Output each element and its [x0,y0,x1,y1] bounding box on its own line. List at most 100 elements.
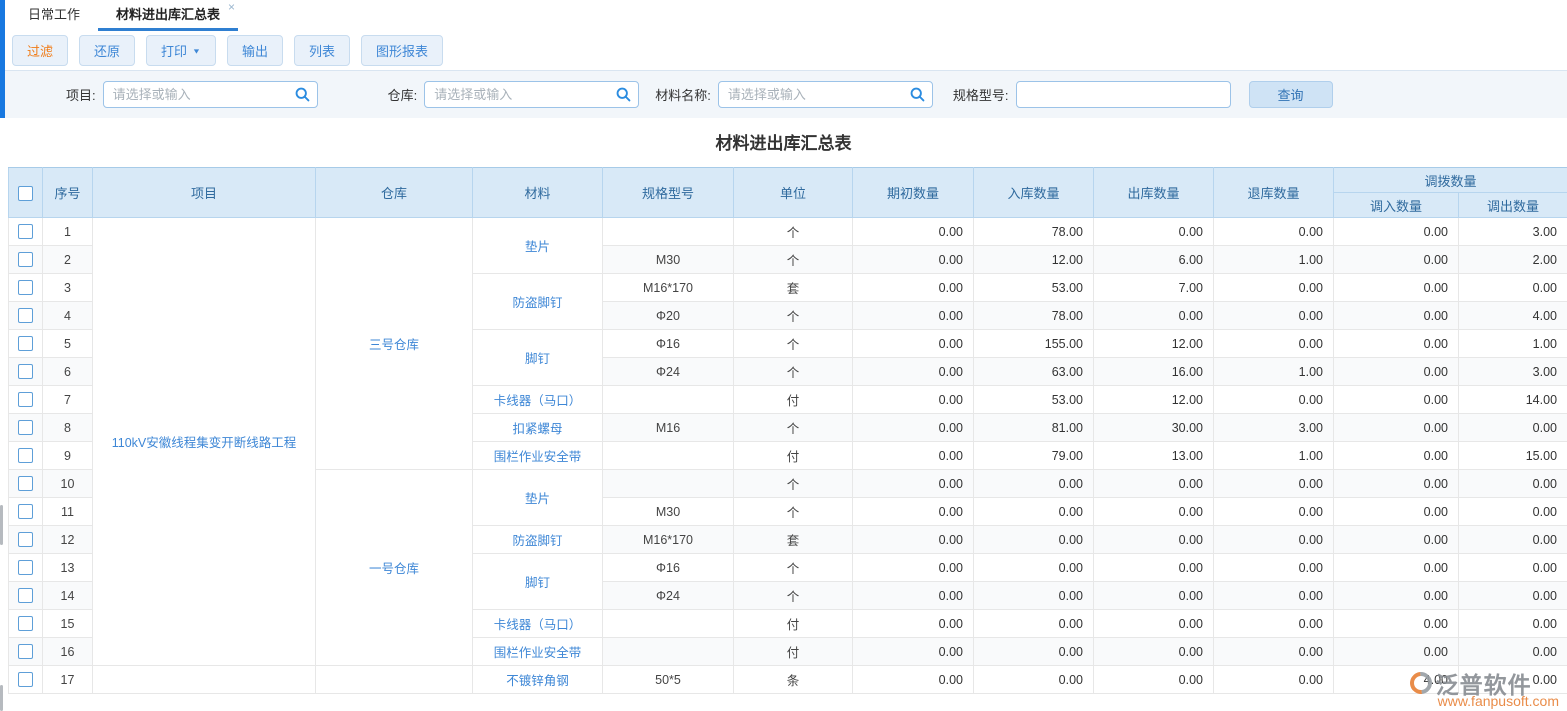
project-filter-label: 项目: [66,85,96,104]
outbound-cell: 0.00 [1094,470,1214,498]
row-checkbox[interactable] [18,420,33,435]
project-filter-input[interactable] [103,81,318,108]
search-icon[interactable] [294,86,311,103]
row-checkbox[interactable] [18,476,33,491]
seq-cell: 8 [43,414,93,442]
warehouse-filter-input[interactable] [424,81,639,108]
transfer-in-cell: 0.00 [1334,218,1459,246]
tab-daily-work[interactable]: 日常工作 [10,0,98,31]
inbound-cell: 12.00 [974,246,1094,274]
returned-cell: 0.00 [1214,610,1334,638]
toolbar: 过滤 还原 打印 ▼ 输出 列表 图形报表 [0,31,1567,71]
query-button[interactable]: 查询 [1249,81,1333,108]
export-button[interactable]: 输出 [227,35,283,66]
filter-button[interactable]: 过滤 [12,35,68,66]
chart-report-button[interactable]: 图形报表 [361,35,443,66]
inbound-cell: 0.00 [974,638,1094,666]
restore-button-label: 还原 [94,41,120,60]
seq-cell: 3 [43,274,93,302]
header-seq: 序号 [43,168,93,218]
outbound-cell: 0.00 [1094,218,1214,246]
row-checkbox[interactable] [18,280,33,295]
row-checkbox[interactable] [18,672,33,687]
row-checkbox[interactable] [18,504,33,519]
material-filter-input[interactable] [718,81,933,108]
spec-cell: Φ24 [603,582,734,610]
search-icon[interactable] [615,86,632,103]
returned-cell: 0.00 [1214,470,1334,498]
row-checkbox[interactable] [18,308,33,323]
warehouse-cell[interactable]: 三号仓库 [316,218,473,470]
row-select-cell [9,246,43,274]
material-link[interactable]: 垫片 [473,470,603,526]
print-button[interactable]: 打印 ▼ [146,35,216,66]
material-link[interactable]: 不镀锌角钢 [473,666,603,694]
warehouse-cell[interactable]: 一号仓库 [316,470,473,666]
row-checkbox[interactable] [18,588,33,603]
opening-cell: 0.00 [853,442,974,470]
material-link[interactable]: 防盗脚钉 [473,526,603,554]
inbound-cell: 79.00 [974,442,1094,470]
material-link[interactable]: 围栏作业安全带 [473,638,603,666]
material-link[interactable]: 脚钉 [473,330,603,386]
report-title-row: 材料进出库汇总表 [0,118,1567,167]
returned-cell: 0.00 [1214,638,1334,666]
list-button[interactable]: 列表 [294,35,350,66]
returned-cell: 0.00 [1214,386,1334,414]
row-checkbox[interactable] [18,364,33,379]
transfer-out-cell: 3.00 [1459,218,1567,246]
spec-filter-input[interactable] [1016,81,1231,108]
opening-cell: 0.00 [853,554,974,582]
left-scrollbar[interactable] [0,167,3,711]
material-link[interactable]: 卡线器（马口） [473,610,603,638]
row-checkbox[interactable] [18,616,33,631]
row-checkbox[interactable] [18,224,33,239]
tab-material-summary[interactable]: 材料进出库汇总表 × [98,0,238,31]
inbound-cell: 78.00 [974,302,1094,330]
transfer-out-cell: 0.00 [1459,638,1567,666]
spec-cell: Φ20 [603,302,734,330]
warehouse-cell [316,666,473,694]
row-select-cell [9,610,43,638]
outbound-cell: 30.00 [1094,414,1214,442]
unit-cell: 个 [734,218,853,246]
tab-bar: 日常工作 材料进出库汇总表 × [0,0,1567,31]
outbound-cell: 16.00 [1094,358,1214,386]
row-checkbox[interactable] [18,252,33,267]
transfer-out-cell: 1.00 [1459,330,1567,358]
row-checkbox[interactable] [18,532,33,547]
opening-cell: 0.00 [853,274,974,302]
spec-cell [603,386,734,414]
row-select-cell [9,302,43,330]
search-icon[interactable] [909,86,926,103]
unit-cell: 付 [734,610,853,638]
material-link[interactable]: 卡线器（马口） [473,386,603,414]
row-checkbox[interactable] [18,336,33,351]
row-checkbox[interactable] [18,560,33,575]
row-checkbox[interactable] [18,448,33,463]
warehouse-filter-label: 仓库: [388,85,418,104]
restore-button[interactable]: 还原 [79,35,135,66]
row-select-cell [9,358,43,386]
material-link[interactable]: 围栏作业安全带 [473,442,603,470]
close-icon[interactable]: × [228,1,235,13]
row-select-cell [9,526,43,554]
scrollbar-thumb[interactable] [0,505,3,545]
material-link[interactable]: 垫片 [473,218,603,274]
inbound-cell: 155.00 [974,330,1094,358]
material-link[interactable]: 扣紧螺母 [473,414,603,442]
spec-filter-label: 规格型号: [953,85,1009,104]
spec-cell: Φ16 [603,554,734,582]
material-link[interactable]: 防盗脚钉 [473,274,603,330]
transfer-out-cell: 0.00 [1459,666,1567,694]
scrollbar-thumb[interactable] [0,685,3,711]
row-checkbox[interactable] [18,392,33,407]
unit-cell: 个 [734,470,853,498]
row-checkbox[interactable] [18,644,33,659]
project-cell[interactable]: 110kV安徽线程集变开断线路工程 [93,218,316,666]
watermark-url: www.fanpusoft.com [1438,693,1559,709]
spec-cell [603,638,734,666]
inbound-cell: 53.00 [974,386,1094,414]
select-all-checkbox[interactable] [18,186,33,201]
material-link[interactable]: 脚钉 [473,554,603,610]
